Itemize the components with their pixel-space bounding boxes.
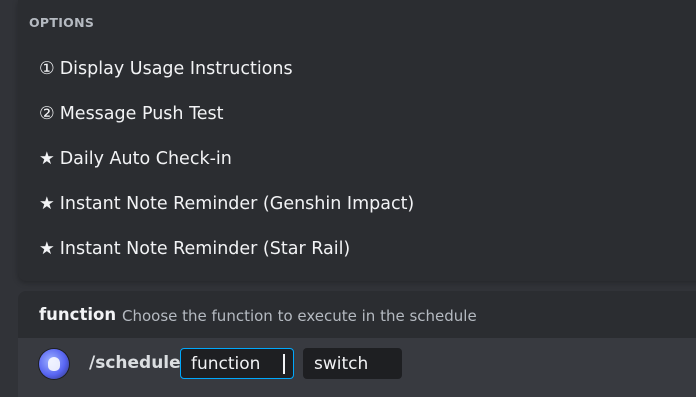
bot-avatar-icon <box>39 349 69 379</box>
option-label: Instant Note Reminder (Star Rail) <box>59 239 351 259</box>
param-chip-function[interactable]: function <box>180 348 294 379</box>
message-composer[interactable]: /schedule function switch <box>18 338 696 397</box>
command-name: /schedule <box>89 353 181 373</box>
circled-one-icon: ① <box>39 59 55 79</box>
options-header: OPTIONS <box>29 15 95 30</box>
parameter-name: function <box>39 305 117 324</box>
option-label: Instant Note Reminder (Genshin Impact) <box>59 194 415 214</box>
option-item-display-usage[interactable]: ① Display Usage Instructions <box>39 49 689 89</box>
parameter-hint-bar: function Choose the function to execute … <box>18 291 696 338</box>
option-item-note-genshin[interactable]: ★ Instant Note Reminder (Genshin Impact) <box>39 184 689 224</box>
option-item-message-push[interactable]: ② Message Push Test <box>39 94 689 134</box>
option-label: Message Push Test <box>59 104 224 124</box>
text-caret <box>283 354 285 374</box>
param-chip-switch[interactable]: switch <box>303 348 402 379</box>
param-chip-label: function <box>191 353 261 374</box>
parameter-description: Choose the function to execute in the sc… <box>122 307 477 325</box>
param-chip-label: switch <box>314 353 369 374</box>
star-icon: ★ <box>39 149 55 169</box>
option-label: Daily Auto Check-in <box>59 149 232 169</box>
option-item-note-starrail[interactable]: ★ Instant Note Reminder (Star Rail) <box>39 229 689 269</box>
star-icon: ★ <box>39 194 55 214</box>
circled-two-icon: ② <box>39 104 55 124</box>
option-label: Display Usage Instructions <box>59 59 293 79</box>
star-icon: ★ <box>39 239 55 259</box>
autocomplete-popup: OPTIONS ① Display Usage Instructions ② M… <box>18 0 696 281</box>
avatar-figure <box>48 357 60 371</box>
option-item-daily-checkin[interactable]: ★ Daily Auto Check-in <box>39 139 689 179</box>
